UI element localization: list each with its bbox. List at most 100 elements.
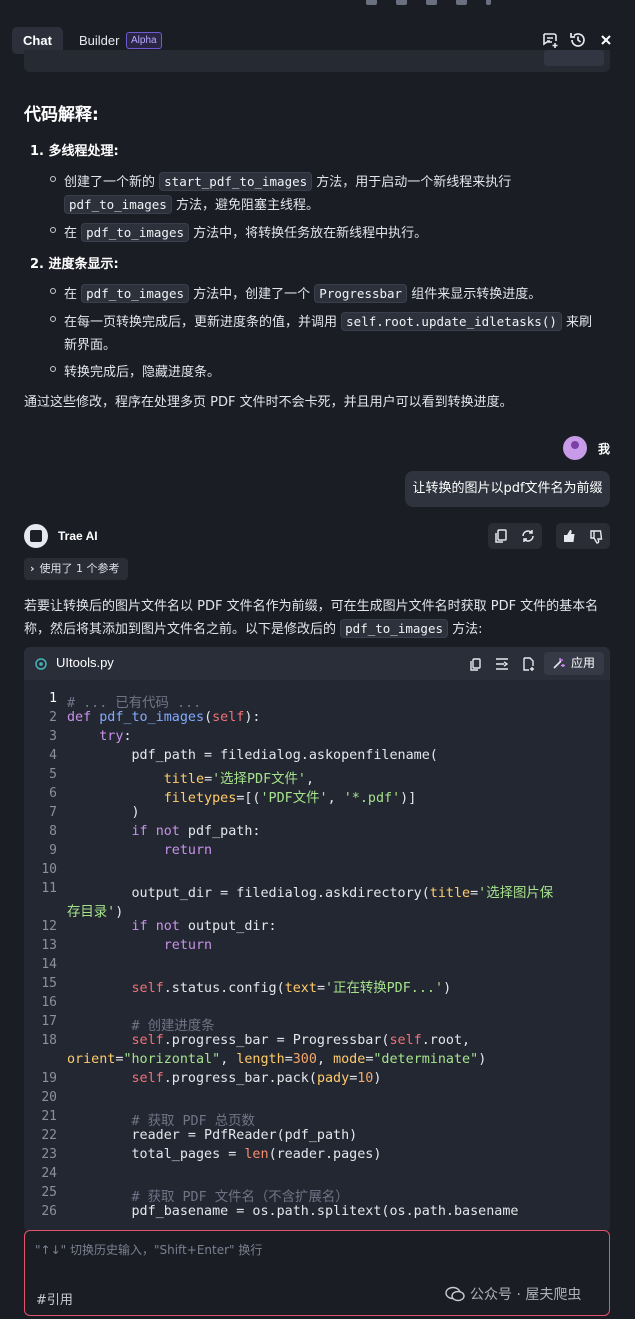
toolbar-icon[interactable]: [366, 0, 377, 5]
code-line-wrap: 存目录'): [67, 905, 124, 920]
list-item-cont: 新界面。: [64, 338, 117, 353]
inline-code: Progressbar: [314, 284, 408, 303]
copy-code-icon[interactable]: [468, 656, 484, 672]
line-number: 5: [49, 767, 57, 782]
line-number: 12: [41, 919, 57, 934]
window-top-strip: [0, 0, 635, 18]
magic-apply-icon: [553, 658, 565, 669]
line-number: 8: [49, 824, 57, 839]
code-line: # ... 已有代码 ...: [67, 696, 202, 711]
bullet: [50, 227, 56, 233]
line-number: 2: [49, 710, 57, 725]
code-line: pdf_path = filedialog.askopenfilename(: [67, 748, 438, 763]
copy-icon[interactable]: [488, 523, 514, 549]
ai-intro-line: 若要让转换后的图片文件名以 PDF 文件名作为前缀，可在生成图片文件名时获取 P…: [24, 599, 599, 614]
inline-code: self.root.update_idletasks(): [341, 312, 562, 331]
code-line: total_pages = len(reader.pages): [67, 1147, 382, 1162]
text: 来刷: [566, 315, 593, 330]
toolbar-icon[interactable]: [426, 0, 437, 5]
list-item: 创建了一个新的 start_pdf_to_images 方法，用于启动一个新线程…: [64, 171, 512, 191]
line-number: 6: [49, 786, 57, 801]
toolbar-icon[interactable]: [396, 0, 407, 5]
wechat-logo-icon: [445, 1286, 465, 1302]
bullet: [50, 176, 56, 182]
thumbs-down-icon[interactable]: [583, 523, 609, 549]
code-line: pdf_basename = os.path.splitext(os.path.…: [67, 1204, 519, 1219]
code-line-wrap: orient="horizontal", length=300, mode="d…: [67, 1052, 487, 1067]
close-icon[interactable]: [596, 30, 616, 50]
line-number: 13: [41, 938, 57, 953]
watermark-text: 公众号 · 屋夫爬虫: [470, 1287, 582, 1303]
text: 方法中，创建了一个: [193, 287, 311, 302]
apply-button[interactable]: 应用: [544, 652, 604, 675]
line-number: 17: [41, 1014, 57, 1029]
regenerate-icon[interactable]: [515, 523, 541, 549]
text: 称，然后将其添加到图片文件名之前。以下是修改后的: [24, 622, 337, 637]
code-line: reader = PdfReader(pdf_path): [67, 1128, 358, 1143]
line-number: 4: [49, 748, 57, 763]
list-item-cont: pdf_to_images 方法，避免阻塞主线程。: [64, 194, 319, 214]
previous-code-block-edge: [24, 50, 610, 72]
line-number: 24: [41, 1166, 57, 1181]
new-chat-icon[interactable]: [540, 30, 560, 50]
insert-code-icon[interactable]: [494, 656, 510, 672]
code-line: self.status.config(text='正在转换PDF...'): [131, 981, 452, 996]
list-item: 在 pdf_to_images 方法中，创建了一个 Progressbar 组件…: [64, 283, 542, 303]
explanation-title: 代码解释:: [24, 105, 99, 125]
line-number: 16: [41, 995, 57, 1010]
line-number: 3: [49, 729, 57, 744]
line-number: 18: [41, 1033, 57, 1048]
text: 方法，用于启动一个新线程来执行: [316, 175, 512, 190]
ai-name: Trae AI: [58, 529, 98, 543]
previous-code-scroll[interactable]: [544, 50, 604, 66]
alpha-badge: Alpha: [126, 32, 162, 49]
summary-text: 通过这些修改，程序在处理多页 PDF 文件时不会卡死，并且用户可以看到转换进度。: [24, 395, 513, 410]
user-message-bubble: 让转换的图片以pdf文件名为前缀: [405, 471, 610, 507]
code-line: title='选择PDF文件',: [163, 772, 315, 787]
line-number: 10: [41, 862, 57, 877]
text: 方法:: [452, 622, 483, 637]
toolbar-icon[interactable]: [456, 0, 467, 5]
list-item-title: 2. 进度条显示:: [30, 257, 119, 272]
toolbar-divider: [486, 0, 491, 5]
new-file-icon[interactable]: [520, 656, 536, 672]
line-number: 20: [41, 1090, 57, 1105]
code-line: # 创建进度条: [131, 1019, 215, 1034]
code-line: ): [67, 805, 140, 820]
code-line: # 获取 PDF 文件名（不含扩展名）: [131, 1190, 349, 1205]
code-line: self.progress_bar = Progressbar(self.roo…: [131, 1033, 471, 1048]
code-line: # 获取 PDF 总页数: [131, 1114, 255, 1129]
cite-button[interactable]: #引用: [36, 1289, 73, 1308]
code-line: if not pdf_path:: [131, 824, 261, 839]
code-line: try:: [99, 729, 132, 744]
line-number: 22: [41, 1128, 57, 1143]
line-number: 14: [41, 957, 57, 972]
input-placeholder: "↑↓" 切换历史输入，"Shift+Enter" 换行: [35, 1243, 263, 1257]
bullet: [50, 316, 56, 322]
thumbs-up-icon[interactable]: [556, 523, 582, 549]
text: 在: [64, 226, 78, 241]
line-number: 15: [41, 976, 57, 991]
bullet: [50, 366, 56, 372]
code-filename: UItools.py: [56, 655, 114, 670]
code-line: output_dir = filedialog.askdirectory(tit…: [67, 886, 554, 901]
history-icon[interactable]: [568, 30, 588, 50]
line-number: 21: [41, 1109, 57, 1124]
chevron-right-icon: ›: [30, 562, 35, 575]
code-line: if not output_dir:: [131, 919, 277, 934]
inline-code: pdf_to_images: [340, 619, 448, 638]
reference-chip[interactable]: › 使用了 1 个参考: [24, 558, 128, 580]
text: 在每一页转换完成后，更新进度条的值，并调用: [64, 315, 338, 330]
inline-code: pdf_to_images: [81, 284, 189, 303]
text: 组件来显示转换进度。: [411, 287, 542, 302]
line-number: 1: [49, 691, 57, 706]
line-number: 26: [41, 1204, 57, 1219]
text: 方法，避免阻塞主线程。: [175, 198, 319, 213]
list-item: 在 pdf_to_images 方法中，将转换任务放在新线程中执行。: [64, 222, 427, 242]
code-line: return: [163, 843, 213, 858]
inline-code: pdf_to_images: [64, 195, 172, 214]
ai-intro-line: 称，然后将其添加到图片文件名之前。以下是修改后的 pdf_to_images 方…: [24, 618, 483, 638]
feedback-actions: [556, 523, 610, 549]
apply-label: 应用: [571, 656, 596, 670]
code-block-header: UItools.py 应用: [24, 647, 610, 680]
